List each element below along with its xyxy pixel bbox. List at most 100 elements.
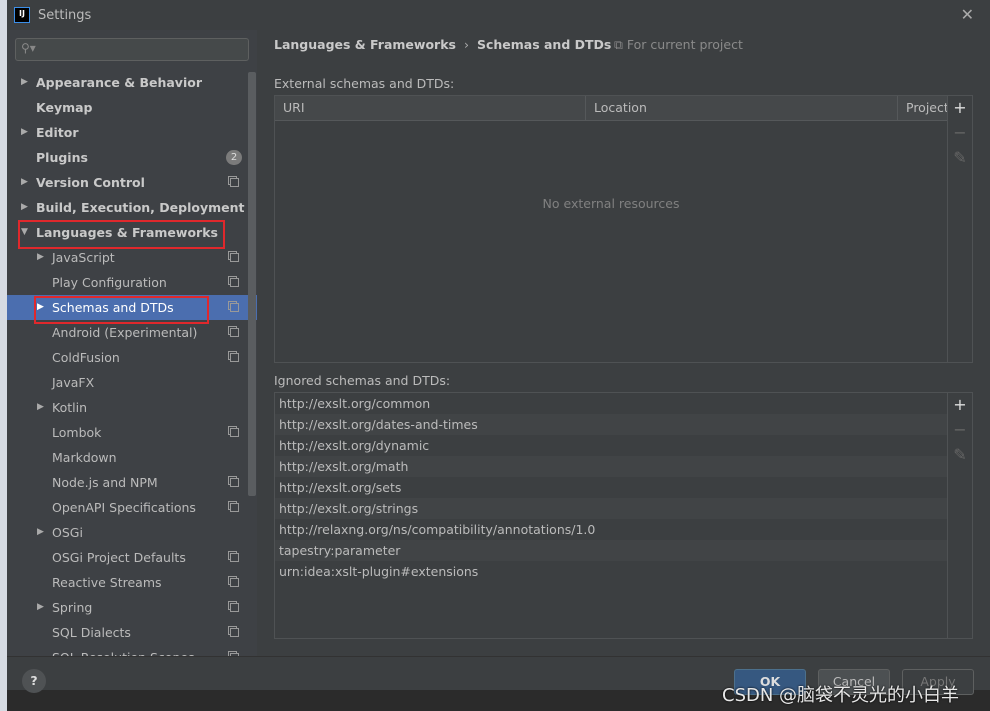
project-icon: [230, 253, 239, 262]
project-icon: [230, 178, 239, 187]
close-icon[interactable]: ✕: [961, 5, 974, 24]
sidebar-item-label: SQL Resolution Scopes: [52, 645, 195, 656]
scope-text: For current project: [626, 37, 743, 52]
intellij-logo-icon: IJ: [14, 7, 30, 23]
search-input[interactable]: ⚲▾: [15, 38, 249, 61]
sidebar-item[interactable]: Lombok: [7, 420, 257, 445]
project-icon: [230, 503, 239, 512]
window-title: Settings: [38, 7, 92, 23]
project-icon: [230, 578, 239, 587]
sidebar-item[interactable]: ColdFusion: [7, 345, 257, 370]
sidebar-item-label: Plugins: [36, 150, 88, 165]
sidebar-item-label: ColdFusion: [52, 350, 120, 365]
highlight-box-schemas: [34, 296, 209, 324]
table-row[interactable]: http://exslt.org/dates-and-times: [275, 414, 947, 435]
sidebar-item-label: JavaFX: [52, 375, 95, 390]
external-table[interactable]: URI Location Project No external resourc…: [274, 95, 973, 363]
sidebar-item-label: Version Control: [36, 175, 145, 190]
sidebar-item[interactable]: SQL Resolution Scopes: [7, 645, 257, 656]
sidebar-item-label: Node.js and NPM: [52, 475, 158, 490]
table-row[interactable]: http://exslt.org/strings: [275, 498, 947, 519]
project-icon: [230, 478, 239, 487]
sidebar-item-label: OSGi: [52, 525, 83, 540]
external-label: External schemas and DTDs:: [274, 76, 455, 91]
sidebar-item-label: OpenAPI Specifications: [52, 500, 196, 515]
sidebar-item[interactable]: ▶ Kotlin: [7, 395, 257, 420]
project-icon: ⧉: [614, 37, 627, 52]
badge-count: 2: [226, 150, 242, 165]
table-row[interactable]: http://exslt.org/sets: [275, 477, 947, 498]
sidebar-item-label: Editor: [36, 125, 79, 140]
project-icon: [230, 628, 239, 637]
sidebar-item[interactable]: Markdown: [7, 445, 257, 470]
sidebar-item[interactable]: Play Configuration: [7, 270, 257, 295]
chevron-right-icon[interactable]: ▶: [21, 70, 28, 95]
title-bar: IJ Settings ✕: [7, 0, 990, 30]
chevron-right-icon[interactable]: ▶: [37, 595, 44, 620]
breadcrumb-parent[interactable]: Languages & Frameworks: [274, 37, 456, 52]
sidebar-item[interactable]: Keymap: [7, 95, 257, 120]
column-project[interactable]: Project: [898, 96, 949, 120]
breadcrumb-current: Schemas and DTDs: [476, 37, 612, 52]
help-button[interactable]: ?: [22, 669, 46, 693]
remove-icon[interactable]: −: [948, 420, 972, 439]
remove-icon[interactable]: −: [948, 123, 972, 142]
external-toolbar: + − ✎: [947, 96, 972, 362]
watermark: CSDN @脑袋不灵光的小白羊: [722, 685, 960, 706]
sidebar-item-label: Spring: [52, 600, 93, 615]
project-icon: [230, 303, 239, 312]
sidebar-item-label: Kotlin: [52, 400, 87, 415]
content-panel: Languages & Frameworks › Schemas and DTDs …: [274, 30, 990, 656]
table-row[interactable]: tapestry:parameter: [275, 540, 947, 561]
sidebar-item[interactable]: ▶ Version Control: [7, 170, 257, 195]
ignored-toolbar: + − ✎: [947, 393, 972, 638]
table-row[interactable]: http://exslt.org/dynamic: [275, 435, 947, 456]
edit-icon[interactable]: ✎: [948, 445, 972, 464]
sidebar-item[interactable]: ▶ Appearance & Behavior: [7, 70, 257, 95]
project-icon: [230, 278, 239, 287]
table-row[interactable]: http://exslt.org/math: [275, 456, 947, 477]
project-icon: [230, 428, 239, 437]
sidebar-item[interactable]: SQL Dialects: [7, 620, 257, 645]
chevron-right-icon[interactable]: ▶: [37, 395, 44, 420]
chevron-right-icon[interactable]: ▶: [21, 195, 28, 220]
sidebar-item[interactable]: Node.js and NPM: [7, 470, 257, 495]
scope-label: ⧉ For current project: [614, 37, 743, 53]
add-icon[interactable]: +: [948, 395, 972, 414]
table-row[interactable]: urn:idea:xslt-plugin#extensions: [275, 561, 947, 582]
sidebar-item[interactable]: ▶ Editor: [7, 120, 257, 145]
sidebar-item[interactable]: OSGi Project Defaults: [7, 545, 257, 570]
sidebar-item-label: Reactive Streams: [52, 575, 162, 590]
chevron-right-icon[interactable]: ▶: [37, 520, 44, 545]
highlight-box-languages: [18, 220, 225, 249]
table-row[interactable]: http://relaxng.org/ns/compatibility/anno…: [275, 519, 947, 540]
table-row[interactable]: http://exslt.org/common: [275, 393, 947, 414]
edit-icon[interactable]: ✎: [948, 148, 972, 167]
search-icon: ⚲▾: [21, 41, 36, 55]
sidebar-item[interactable]: ▶ Build, Execution, Deployment: [7, 195, 257, 220]
sidebar-item[interactable]: ▶ OSGi: [7, 520, 257, 545]
sidebar-item[interactable]: JavaFX: [7, 370, 257, 395]
column-location[interactable]: Location: [586, 96, 898, 120]
sidebar-item-label: Lombok: [52, 425, 102, 440]
chevron-right-icon[interactable]: ▶: [21, 120, 28, 145]
breadcrumb: Languages & Frameworks › Schemas and DTDs: [274, 37, 611, 52]
sidebar-item-label: Appearance & Behavior: [36, 75, 202, 90]
project-icon: [230, 328, 239, 337]
ignored-label: Ignored schemas and DTDs:: [274, 373, 451, 388]
sidebar-item[interactable]: ▶ Spring: [7, 595, 257, 620]
sidebar-item-label: Markdown: [52, 450, 117, 465]
sidebar-item[interactable]: Plugins 2: [7, 145, 257, 170]
empty-message: No external resources: [542, 196, 680, 211]
sidebar-item-label: SQL Dialects: [52, 625, 131, 640]
breadcrumb-separator: ›: [463, 37, 469, 52]
add-icon[interactable]: +: [948, 98, 972, 117]
sidebar-item-label: Play Configuration: [52, 275, 167, 290]
sidebar-item[interactable]: OpenAPI Specifications: [7, 495, 257, 520]
ignored-table[interactable]: http://exslt.org/common http://exslt.org/…: [274, 392, 973, 639]
sidebar-item[interactable]: Reactive Streams: [7, 570, 257, 595]
sidebar-item-label: Build, Execution, Deployment: [36, 200, 245, 215]
sidebar-scrollbar[interactable]: [248, 72, 256, 496]
column-uri[interactable]: URI: [275, 96, 586, 120]
chevron-right-icon[interactable]: ▶: [21, 170, 28, 195]
